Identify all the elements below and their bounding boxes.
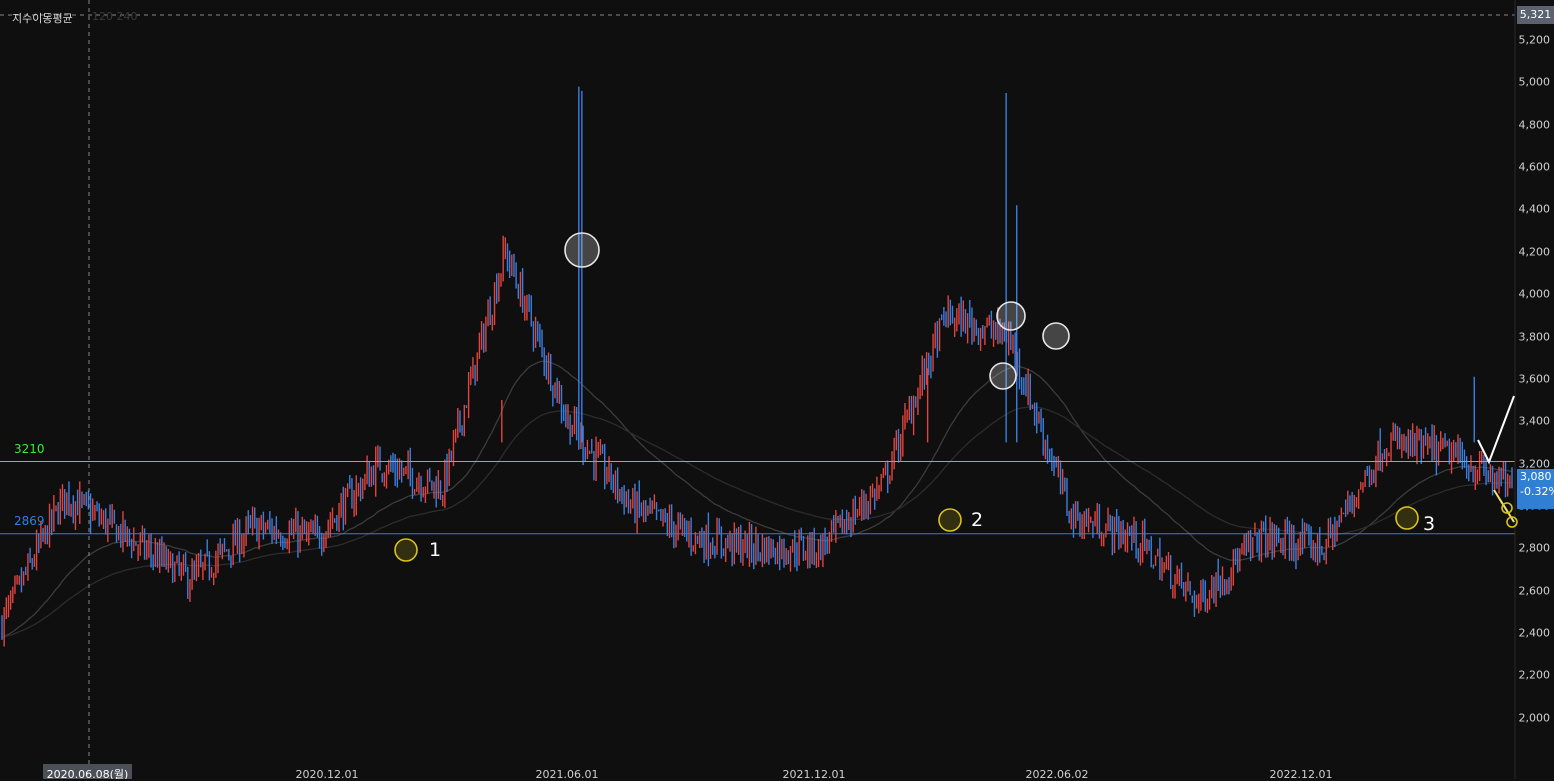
price-tick: 3,400 bbox=[1518, 414, 1551, 428]
ema-lines bbox=[1, 360, 1513, 638]
time-tick: 2020.12.01 bbox=[295, 768, 359, 781]
price-tick: 2,000 bbox=[1518, 711, 1551, 725]
marker-circle-yellow bbox=[1395, 506, 1419, 530]
price-axis[interactable]: 5,200 5,000 4,800 4,600 4,400 4,200 4,000 3,800… bbox=[1515, 0, 1554, 779]
level-label-2869: 2869 bbox=[14, 514, 45, 528]
marker-circle-white bbox=[564, 232, 600, 268]
price-tick: 4,800 bbox=[1518, 118, 1551, 132]
candles bbox=[1, 86, 1513, 647]
price-tick: 4,400 bbox=[1518, 202, 1551, 216]
price-tick: 2,400 bbox=[1518, 626, 1551, 640]
marker-circle-white bbox=[996, 301, 1026, 331]
last-change: -0.32% bbox=[1520, 485, 1554, 498]
crosshair-date-label: 2020.06.08(월) bbox=[43, 764, 132, 779]
price-tick: 5,200 bbox=[1518, 33, 1551, 47]
last-price-badge: 3,080 -0.32% bbox=[1517, 469, 1554, 509]
last-price: 3,080 bbox=[1520, 470, 1552, 483]
price-tick: 3,800 bbox=[1518, 330, 1551, 344]
indicator-params: 120 240 bbox=[92, 10, 138, 23]
price-chart[interactable] bbox=[0, 0, 1554, 779]
price-tick: 5,000 bbox=[1518, 75, 1551, 89]
time-tick: 2021.12.01 bbox=[782, 768, 846, 781]
crosshair-price-label: 5,321 bbox=[1517, 6, 1554, 24]
marker-circle-yellow bbox=[394, 538, 418, 562]
time-tick: 2021.06.01 bbox=[535, 768, 599, 781]
ema-line bbox=[1, 360, 1513, 638]
level-label-3210: 3210 bbox=[14, 442, 45, 456]
price-tick: 2,800 bbox=[1518, 541, 1551, 555]
price-tick: 4,200 bbox=[1518, 245, 1551, 259]
trend-line bbox=[1477, 395, 1515, 465]
marker-circle-yellow bbox=[938, 508, 962, 532]
marker-label-1: 1 bbox=[429, 539, 442, 561]
price-tick: 2,600 bbox=[1518, 584, 1551, 598]
price-tick: 2,200 bbox=[1518, 668, 1551, 682]
time-tick: 2022.06.02 bbox=[1025, 768, 1089, 781]
marker-layer bbox=[394, 232, 1518, 562]
price-tick: 3,600 bbox=[1518, 372, 1551, 386]
time-tick: 2022.12.01 bbox=[1269, 768, 1333, 781]
price-tick: 4,000 bbox=[1518, 287, 1551, 301]
indicator-label[interactable]: 지수이동평균 bbox=[12, 10, 73, 26]
marker-label-3: 3 bbox=[1423, 513, 1436, 535]
marker-label-2: 2 bbox=[971, 509, 984, 531]
price-tick: 4,600 bbox=[1518, 160, 1551, 174]
marker-circle-white bbox=[989, 362, 1017, 390]
marker-circle-white bbox=[1042, 322, 1070, 350]
